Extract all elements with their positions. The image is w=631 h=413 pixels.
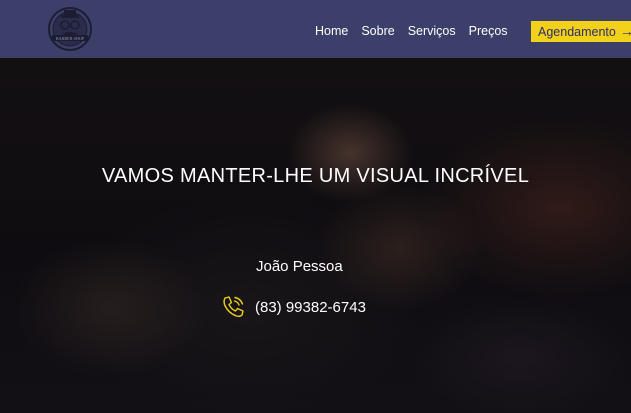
- navbar: BARBER SHOP Home Sobre Serviços Preços A…: [0, 0, 631, 58]
- page: BARBER SHOP Home Sobre Serviços Preços A…: [0, 0, 631, 413]
- hero-section: [0, 58, 631, 413]
- nav-link-home[interactable]: Home: [315, 24, 348, 38]
- barber-shop-logo[interactable]: BARBER SHOP: [43, 6, 97, 52]
- main-nav: Home Sobre Serviços Preços: [315, 24, 521, 38]
- svg-text:BARBER SHOP: BARBER SHOP: [56, 36, 85, 41]
- phone-icon: [220, 294, 246, 320]
- phone-contact[interactable]: (83) 99382-6743: [220, 294, 366, 320]
- phone-number: (83) 99382-6743: [255, 298, 366, 316]
- logo-icon: BARBER SHOP: [48, 7, 92, 51]
- hero-headline: VAMOS MANTER-LHE UM VISUAL INCRÍVEL: [101, 165, 530, 187]
- nav-link-precos[interactable]: Preços: [469, 24, 508, 38]
- nav-link-sobre[interactable]: Sobre: [361, 24, 394, 38]
- city-label: João Pessoa: [256, 258, 343, 275]
- agendamento-label: Agendamento: [538, 25, 616, 39]
- nav-link-servicos[interactable]: Serviços: [408, 24, 456, 38]
- arrow-right-icon: →: [619, 23, 631, 39]
- agendamento-button[interactable]: Agendamento →: [531, 21, 631, 42]
